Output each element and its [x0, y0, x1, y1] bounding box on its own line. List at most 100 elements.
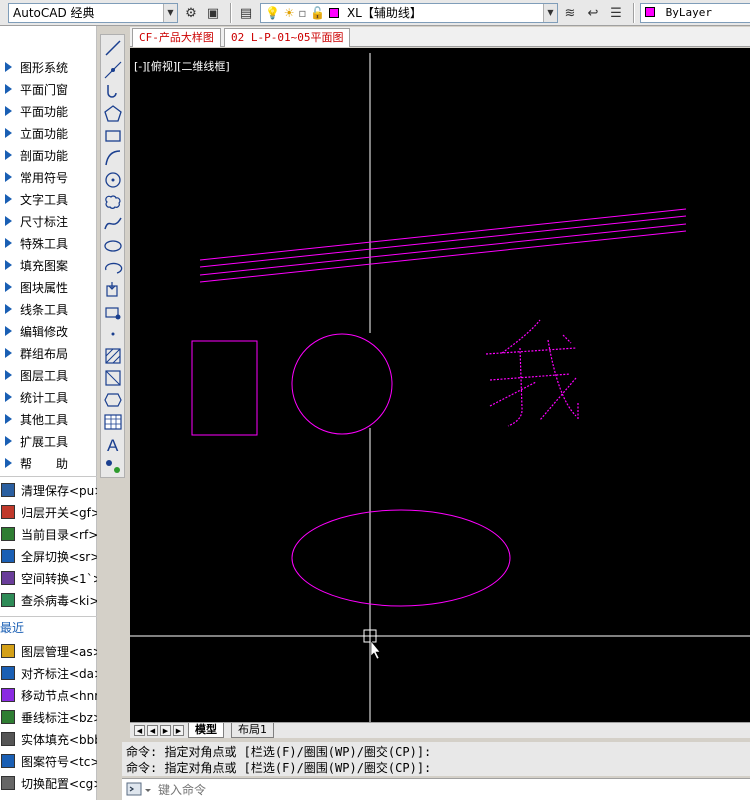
command-item[interactable]: 查杀病毒<ki>	[0, 589, 97, 611]
recent-command-label: 对齐标注<da>	[21, 666, 97, 681]
add-selected-icon[interactable]	[103, 456, 123, 476]
color-value: ByLayer	[665, 6, 712, 19]
menu-item-label: 文字工具	[20, 192, 69, 207]
recent-command-item[interactable]: 垂线标注<bz>	[0, 706, 97, 728]
recent-command-label: 实体填充<bbb>	[21, 732, 97, 747]
command-item-label: 空间转换<1`>	[21, 571, 97, 586]
tab-layout1[interactable]: 布局1	[231, 723, 274, 738]
expand-arrow-icon	[5, 414, 12, 424]
recent-command-item[interactable]: 实体填充<bbb>	[0, 728, 97, 750]
hatch-tool-icon[interactable]	[103, 346, 123, 366]
ellipse-arc-icon[interactable]	[103, 258, 123, 278]
layer-manager-icon[interactable]: ▤	[237, 4, 255, 22]
menu-item[interactable]: 统计工具	[0, 386, 97, 408]
command-item-label: 全屏切换<sr>	[21, 549, 97, 564]
command-input[interactable]	[158, 781, 738, 799]
recent-command-item[interactable]: 图层管理<as>	[0, 640, 97, 662]
recent-command-item[interactable]: 切换配置<cg>	[0, 772, 97, 794]
circle-shape[interactable]	[291, 333, 393, 435]
align-dimension-icon	[1, 666, 15, 680]
layer-states-icon[interactable]: ☰	[607, 4, 625, 22]
menu-item[interactable]: 文字工具	[0, 188, 97, 210]
menu-item[interactable]: 填充图案	[0, 254, 97, 276]
parallel-lines[interactable]	[199, 208, 687, 283]
recent-command-item[interactable]: 对齐标注<da>	[0, 662, 97, 684]
menu-item[interactable]: 线条工具	[0, 298, 97, 320]
command-line	[122, 778, 750, 800]
make-block-icon[interactable]	[103, 302, 123, 322]
region-tool-icon[interactable]	[103, 390, 123, 410]
color-dropdown[interactable]: ByLayer	[640, 3, 750, 23]
command-item[interactable]: 空间转换<1`>	[0, 567, 97, 589]
command-item[interactable]: 全屏切换<sr>	[0, 545, 97, 567]
expand-arrow-icon	[5, 392, 12, 402]
menu-item-label: 图层工具	[20, 368, 69, 383]
menu-item[interactable]: 帮 助	[0, 452, 97, 474]
arc-tool-icon[interactable]	[103, 148, 123, 168]
wrench-icon	[1, 776, 15, 790]
workspace-settings-icon[interactable]: ▣	[204, 4, 222, 22]
gradient-tool-icon[interactable]	[103, 368, 123, 388]
point-tool-icon[interactable]	[103, 324, 123, 344]
make-layer-current-icon[interactable]: ≋	[561, 4, 579, 22]
rectangle-tool-icon[interactable]	[103, 126, 123, 146]
menu-item[interactable]: 平面功能	[0, 100, 97, 122]
toolbar-separator	[230, 3, 232, 23]
menu-item[interactable]: 立面功能	[0, 122, 97, 144]
drawing-canvas[interactable]: [-][俯视][二维线框]	[130, 48, 750, 722]
revision-cloud-icon[interactable]	[103, 192, 123, 212]
ellipse-shape[interactable]	[291, 509, 511, 607]
gear-icon[interactable]: ⚙	[182, 4, 200, 22]
recent-command-label: 垂线标注<bz>	[21, 710, 97, 725]
menu-item[interactable]: 图块属性	[0, 276, 97, 298]
menu-item[interactable]: 其他工具	[0, 408, 97, 430]
spline-tool-icon[interactable]	[103, 214, 123, 234]
menu-item[interactable]: 扩展工具	[0, 430, 97, 452]
first-tab-icon[interactable]: ◀	[134, 725, 145, 736]
insert-block-icon[interactable]	[103, 280, 123, 300]
command-prompt-icon[interactable]	[126, 782, 154, 798]
text-tool-icon[interactable]: A	[103, 434, 123, 454]
menu-item-label: 填充图案	[20, 258, 69, 273]
menu-item[interactable]: 图形系统	[0, 56, 97, 78]
command-item[interactable]: 归层开关<gf>	[0, 501, 97, 523]
layer-toggle-icon	[1, 505, 15, 519]
ellipse-tool-icon[interactable]	[103, 236, 123, 256]
file-tab-floor-plan[interactable]: 02 L-P-01~05平面图	[224, 28, 351, 47]
last-tab-icon[interactable]: ▶	[173, 725, 184, 736]
tab-model[interactable]: 模型	[188, 723, 224, 738]
menu-item[interactable]: 常用符号	[0, 166, 97, 188]
expand-arrow-icon	[5, 106, 12, 116]
polygon-tool-icon[interactable]	[103, 104, 123, 124]
construction-line-icon[interactable]	[103, 60, 123, 80]
table-tool-icon[interactable]	[103, 412, 123, 432]
recent-command-item[interactable]: 图案符号<tc>	[0, 750, 97, 772]
command-item-label: 当前目录<rf>	[21, 527, 97, 542]
current-directory-icon	[1, 527, 15, 541]
layer-previous-icon[interactable]: ↩	[584, 4, 602, 22]
recent-command-label: 切换配置<cg>	[21, 776, 97, 791]
polyline-tool-icon[interactable]	[103, 82, 123, 102]
menu-item[interactable]: 图层工具	[0, 364, 97, 386]
menu-item-label: 剖面功能	[20, 148, 69, 163]
menu-item[interactable]: 平面门窗	[0, 78, 97, 100]
hatched-glyph[interactable]	[485, 319, 579, 427]
circle-tool-icon[interactable]	[103, 170, 123, 190]
menu-item-label: 其他工具	[20, 412, 69, 427]
file-tab-cf-product[interactable]: CF-产品大样图	[132, 28, 221, 47]
prev-tab-icon[interactable]: ◀	[147, 725, 158, 736]
menu-item[interactable]: 特殊工具	[0, 232, 97, 254]
command-item[interactable]: 清理保存<pu>	[0, 479, 97, 501]
menu-item[interactable]: 尺寸标注	[0, 210, 97, 232]
layer-dropdown[interactable]: 💡 ☀ ▫ 🔓 XL【辅助线】 ▼	[260, 3, 558, 23]
expand-arrow-icon	[5, 370, 12, 380]
menu-item[interactable]: 剖面功能	[0, 144, 97, 166]
command-item[interactable]: 当前目录<rf>	[0, 523, 97, 545]
workspace-dropdown[interactable]: AutoCAD 经典 ▼	[8, 3, 178, 23]
rectangle-shape[interactable]	[191, 340, 258, 436]
next-tab-icon[interactable]: ▶	[160, 725, 171, 736]
recent-command-item[interactable]: 移动节点<hnn>	[0, 684, 97, 706]
menu-item[interactable]: 编辑修改	[0, 320, 97, 342]
menu-item[interactable]: 群组布局	[0, 342, 97, 364]
line-tool-icon[interactable]	[103, 38, 123, 58]
